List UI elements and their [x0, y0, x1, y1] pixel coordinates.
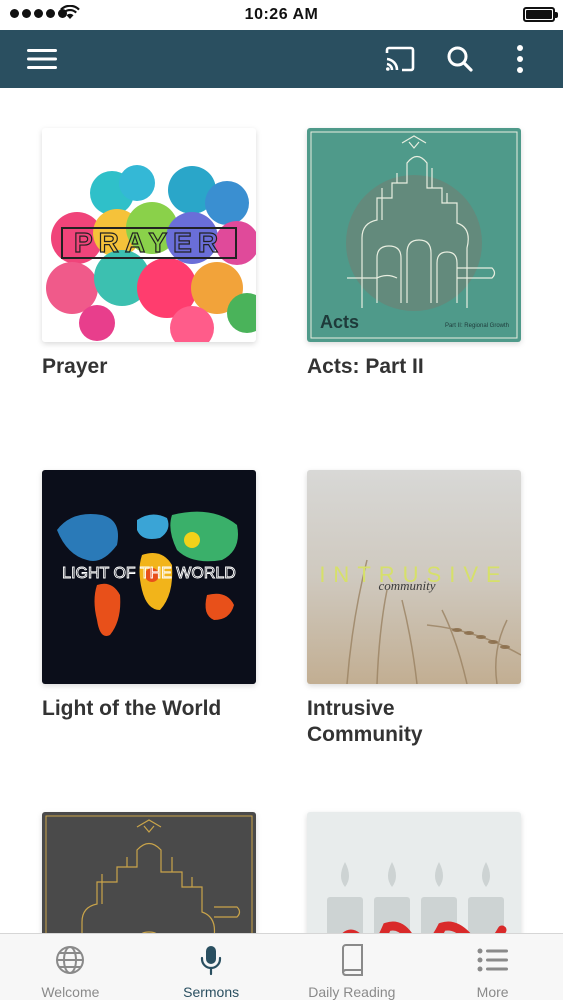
status-time: 10:26 AM [244, 6, 319, 23]
artwork-text: Acts [320, 312, 359, 332]
sermon-card[interactable]: PRAYER Prayer [42, 128, 256, 380]
sermon-artwork [307, 812, 521, 933]
sermon-card[interactable] [307, 812, 521, 933]
artwork-subtext: Part II: Regional Growth [445, 323, 509, 329]
sermon-card[interactable] [42, 812, 256, 933]
sermon-title: Prayer [42, 355, 108, 378]
sermon-artwork: INTRUSIVE community [307, 470, 521, 684]
sermon-card[interactable]: INTRUSIVE community Intrusive Community [307, 470, 521, 748]
tab-more[interactable]: More [422, 934, 563, 1000]
tab-sermons[interactable]: Sermons [141, 934, 282, 1000]
tab-label: More [476, 984, 509, 1000]
sermon-artwork [42, 812, 256, 933]
tab-label: Daily Reading [308, 984, 396, 1000]
cast-icon [385, 46, 415, 72]
menu-button[interactable] [22, 39, 62, 79]
cast-button[interactable] [380, 39, 420, 79]
sermon-artwork: PRAYER [42, 128, 256, 342]
more-options-button[interactable] [500, 39, 540, 79]
artwork-subtext: community [378, 578, 435, 593]
sermon-artwork: LIGHT OF THE WORLD [42, 470, 256, 684]
book-icon [341, 944, 363, 976]
app-bar [0, 30, 563, 88]
globe-icon [56, 946, 85, 974]
microphone-icon [201, 946, 222, 976]
menu-icon [27, 49, 57, 69]
sermon-artwork: Acts Part II: Regional Growth [307, 128, 521, 342]
tab-daily-reading[interactable]: Daily Reading [282, 934, 423, 1000]
list-icon [477, 948, 508, 972]
sermon-title: Acts: Part II [307, 355, 424, 378]
artwork-text: PRAYER [74, 227, 224, 258]
bottom-tab-bar: Welcome Sermons Daily Reading More [0, 933, 563, 1000]
sermon-card[interactable]: Acts Part II: Regional Growth Acts: Part… [307, 128, 521, 380]
battery-icon [523, 7, 558, 22]
tab-label: Welcome [41, 984, 100, 1000]
sermon-card[interactable]: LIGHT OF THE WORLD Light of the World [42, 470, 256, 722]
tab-label: Sermons [183, 984, 240, 1000]
artwork-text: LIGHT OF THE WORLD [62, 565, 236, 582]
status-bar: 10:26 AM [0, 0, 563, 30]
more-vertical-icon [517, 45, 523, 73]
tab-welcome[interactable]: Welcome [0, 934, 141, 1000]
search-icon [447, 46, 473, 72]
sermon-title: Intrusive Community [307, 697, 423, 746]
search-button[interactable] [440, 39, 480, 79]
sermon-series-grid: PRAYER Prayer Acts Part II: Regional Gro… [0, 88, 563, 933]
sermon-title: Light of the World [42, 697, 222, 720]
